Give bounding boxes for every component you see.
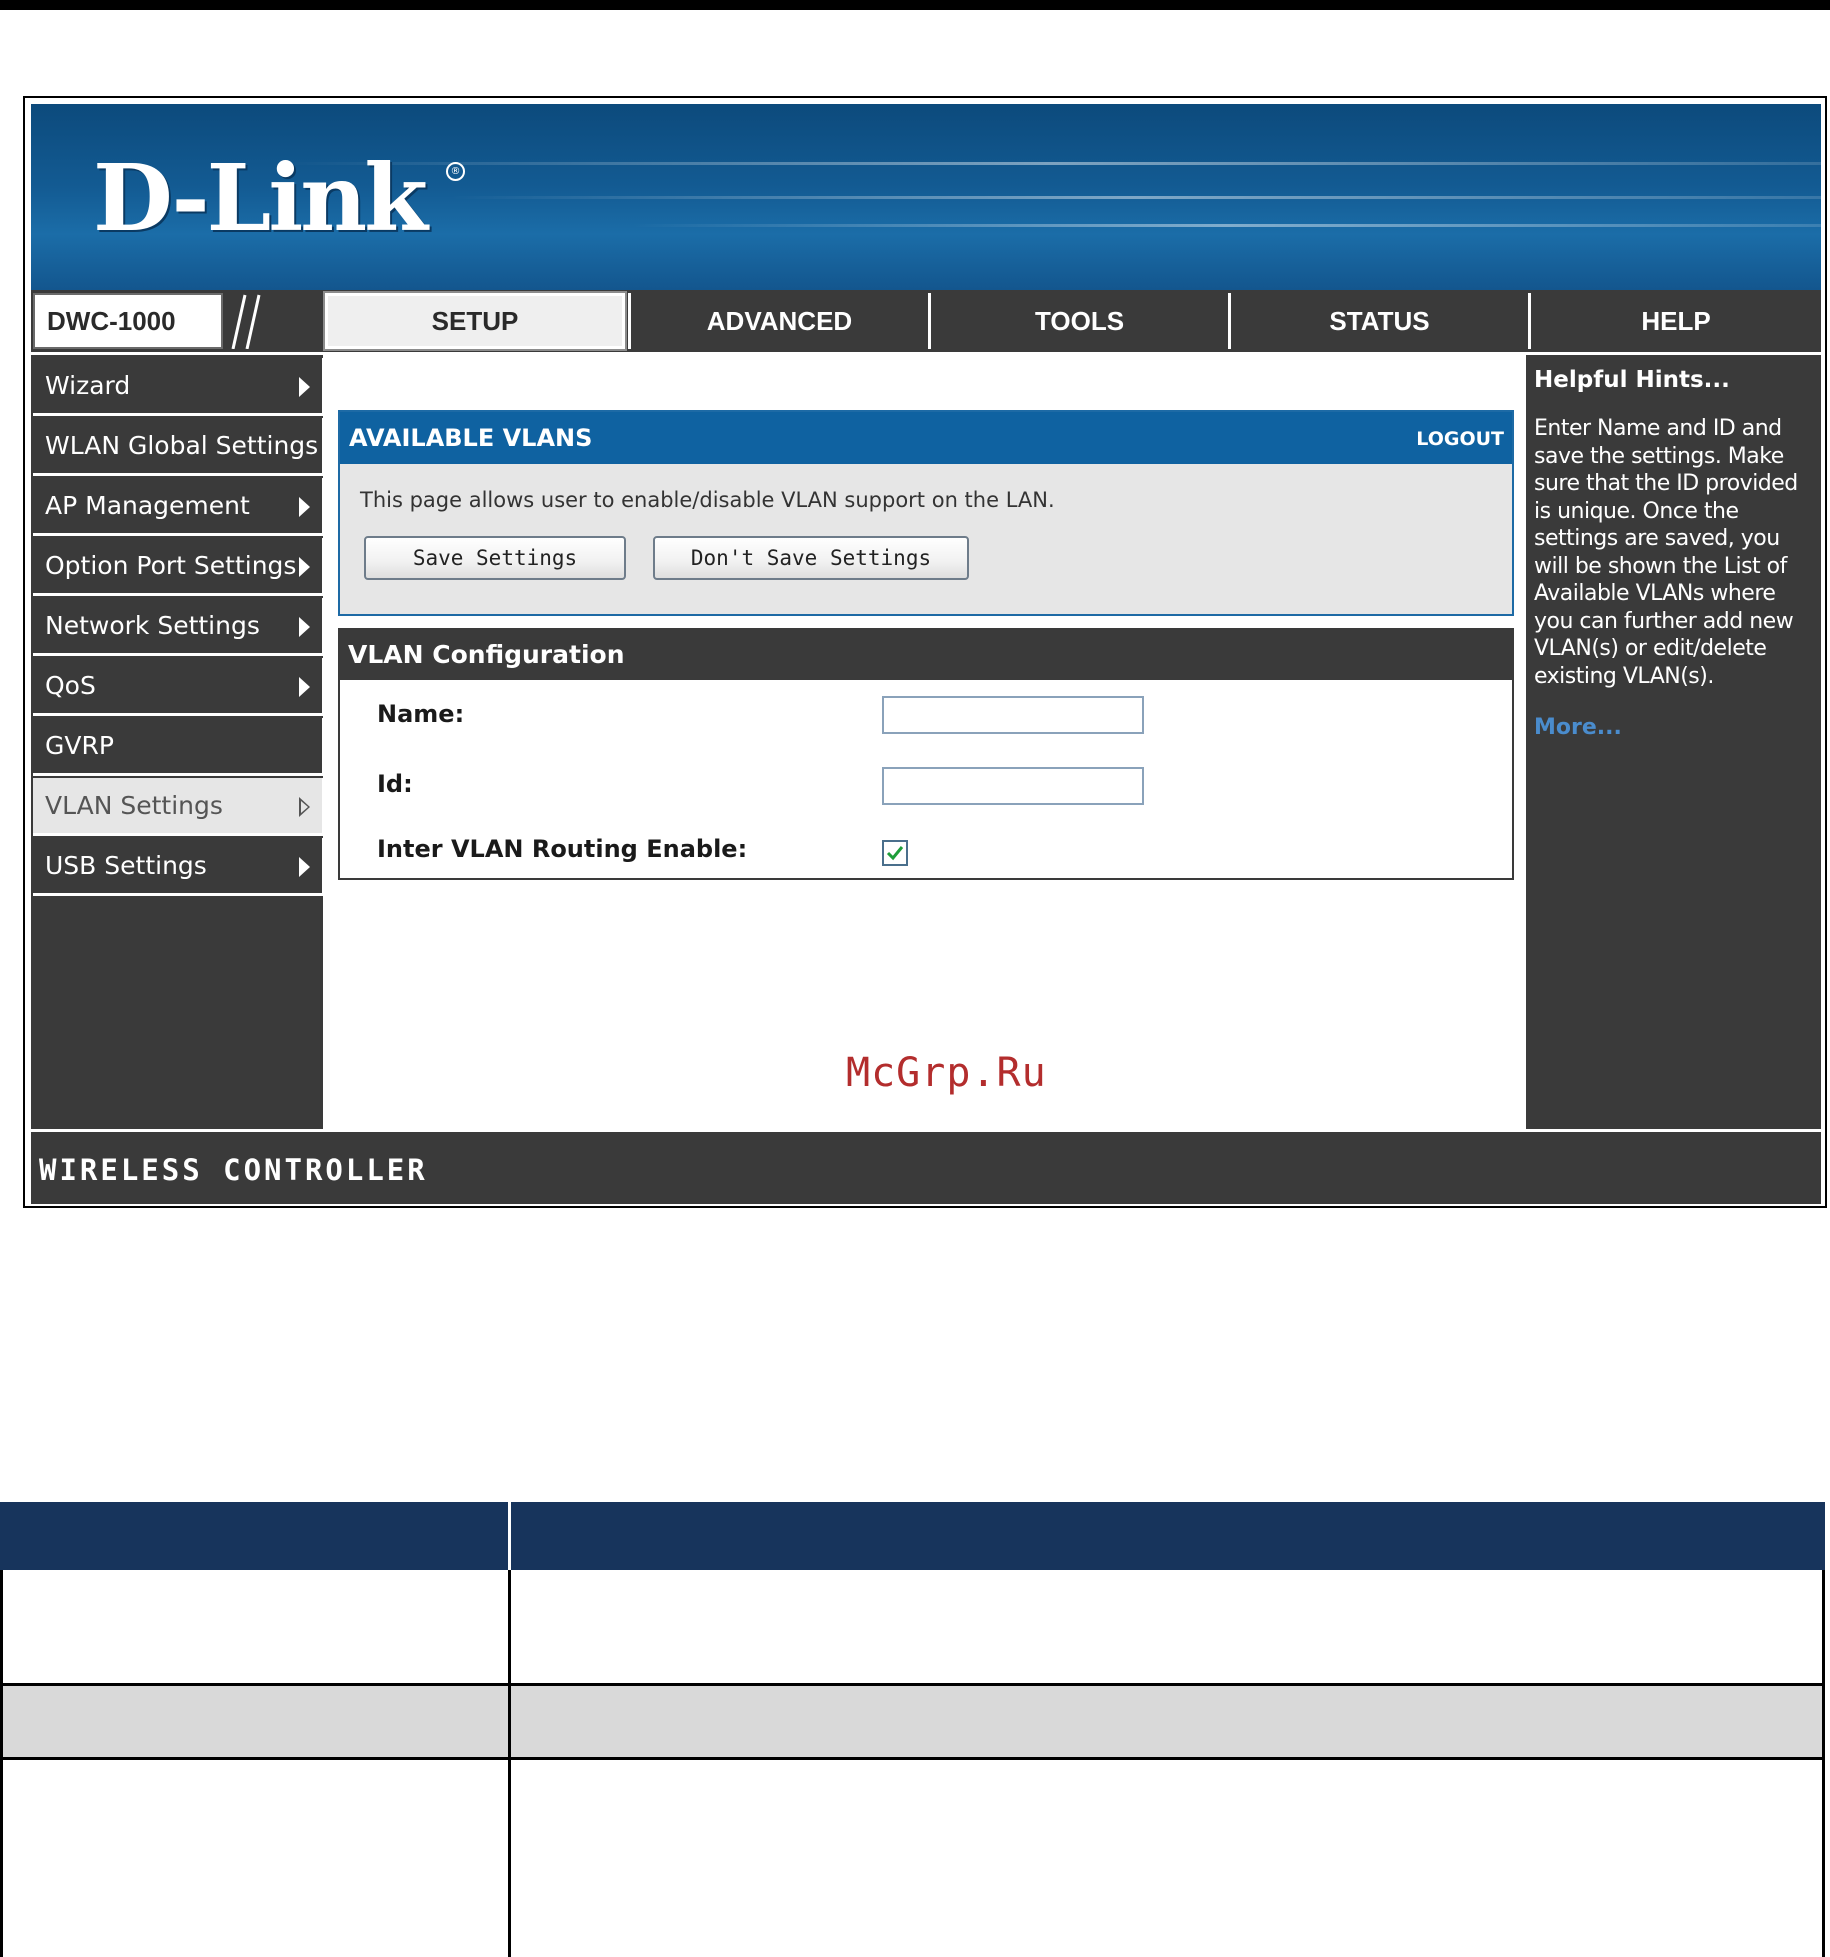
sidebar-item-wlan-global-settings[interactable]: WLAN Global Settings: [33, 418, 325, 476]
help-title: Helpful Hints...: [1534, 367, 1730, 393]
sidebar-item-gvrp[interactable]: GVRP: [33, 718, 325, 776]
dont-save-settings-button[interactable]: Don't Save Settings: [653, 536, 969, 580]
registered-mark-icon: ®: [446, 162, 465, 181]
logout-link[interactable]: LOGOUT: [1416, 412, 1504, 466]
sidebar-item-label: WLAN Global Settings: [45, 431, 319, 460]
tab-help[interactable]: HELP: [1528, 293, 1821, 349]
main-content: AVAILABLE VLANS LOGOUT This page allows …: [326, 355, 1524, 1129]
sidebar-item-label: Option Port Settings: [45, 551, 297, 580]
table-column-divider: [508, 1502, 511, 1570]
help-panel: Helpful Hints... Enter Name and ID and s…: [1526, 355, 1821, 1129]
footer-bar: WIRELESS CONTROLLER: [31, 1132, 1821, 1204]
tab-advanced[interactable]: ADVANCED: [628, 293, 928, 349]
inter-vlan-routing-label: Inter VLAN Routing Enable:: [377, 835, 748, 863]
id-label: Id:: [377, 770, 413, 798]
header-banner: D-Link ®: [31, 104, 1821, 290]
arrow-right-outline-icon: [299, 797, 310, 817]
sidebar-item-label: VLAN Settings: [45, 791, 223, 820]
save-settings-button[interactable]: Save Settings: [364, 536, 626, 580]
available-vlans-panel: AVAILABLE VLANS LOGOUT This page allows …: [338, 410, 1514, 616]
sidebar-item-label: USB Settings: [45, 851, 207, 880]
arrow-right-icon: [299, 617, 310, 637]
sidebar-item-label: QoS: [45, 671, 96, 700]
vlan-configuration-panel: VLAN Configuration Name: Id: Inter VLAN …: [338, 628, 1514, 880]
sidebar-item-usb-settings[interactable]: USB Settings: [33, 838, 325, 896]
sidebar-item-label: GVRP: [45, 731, 114, 760]
checkmark-icon: [886, 846, 904, 861]
table-header-row: [0, 1502, 1825, 1570]
arrow-right-icon: [299, 857, 310, 877]
dlink-logo: D-Link: [93, 144, 428, 252]
arrow-right-icon: [299, 677, 310, 697]
name-input[interactable]: [882, 696, 1144, 734]
table-row: [0, 1760, 1825, 1957]
slashes-icon: [231, 294, 261, 349]
more-link[interactable]: More...: [1534, 715, 1622, 740]
sidebar-item-label: AP Management: [45, 491, 250, 520]
arrow-right-icon: [299, 377, 310, 397]
panel-title: AVAILABLE VLANS: [349, 424, 593, 452]
tab-tools[interactable]: TOOLS: [928, 293, 1228, 349]
sidebar-item-label: Network Settings: [45, 611, 260, 640]
model-badge: DWC-1000: [33, 293, 323, 349]
sidebar-item-option-port-settings[interactable]: Option Port Settings: [33, 538, 325, 596]
arrow-right-icon: [299, 557, 310, 577]
sidebar-item-qos[interactable]: QoS: [33, 658, 325, 716]
sidebar: Wizard WLAN Global Settings AP Managemen…: [31, 355, 325, 1129]
nav-bar: DWC-1000 SETUP ADVANCED TOOLS STATUS HEL…: [31, 290, 1821, 352]
page-description: This page allows user to enable/disable …: [360, 488, 1055, 512]
sidebar-item-wizard[interactable]: Wizard: [33, 358, 325, 416]
arrow-right-icon: [299, 497, 310, 517]
inter-vlan-routing-checkbox[interactable]: [882, 840, 908, 866]
watermark: McGrp.Ru: [846, 1050, 1047, 1096]
name-label: Name:: [377, 700, 465, 728]
help-text: Enter Name and ID and save the settings.…: [1534, 416, 1798, 689]
tab-setup[interactable]: SETUP: [323, 291, 627, 351]
sidebar-item-label: Wizard: [45, 371, 131, 400]
sidebar-item-ap-management[interactable]: AP Management: [33, 478, 325, 536]
footer-title: WIRELESS CONTROLLER: [39, 1153, 428, 1187]
panel-header: AVAILABLE VLANS LOGOUT: [340, 412, 1512, 464]
tab-status[interactable]: STATUS: [1228, 293, 1528, 349]
panel-header: VLAN Configuration: [340, 630, 1512, 680]
top-rule: [0, 0, 1830, 10]
sidebar-item-vlan-settings[interactable]: VLAN Settings: [33, 778, 325, 836]
sidebar-item-network-settings[interactable]: Network Settings: [33, 598, 325, 656]
table-column-divider: [508, 1570, 511, 1957]
table-row: [0, 1686, 1825, 1760]
model-name: DWC-1000: [33, 293, 223, 349]
table-row: [0, 1570, 1825, 1686]
screenshot-frame: D-Link ® DWC-1000 SETUP ADVANCED TOOLS S…: [23, 96, 1827, 1208]
id-input[interactable]: [882, 767, 1144, 805]
